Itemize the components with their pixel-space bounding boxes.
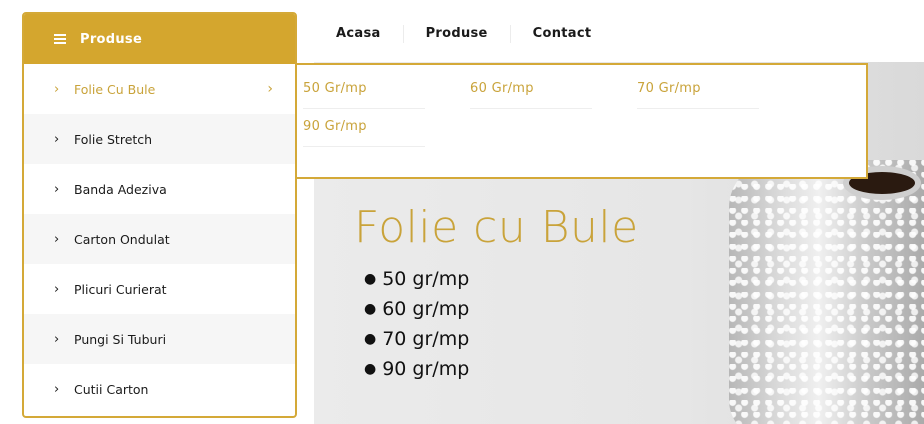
- hero-bullet: 60 gr/mp: [364, 295, 469, 325]
- hero-bullet-list: 50 gr/mp 60 gr/mp 70 gr/mp 90 gr/mp: [364, 265, 469, 385]
- category-item-folie-cu-bule[interactable]: › Folie Cu Bule ›: [24, 64, 295, 114]
- nav-link-contact[interactable]: Contact: [511, 25, 614, 43]
- submenu-link-70-gr-mp[interactable]: 70 Gr/mp: [637, 75, 759, 109]
- chevron-right-icon: ›: [54, 131, 60, 147]
- category-item-banda-adeziva[interactable]: › Banda Adeziva: [24, 164, 295, 214]
- submenu-dropdown: 50 Gr/mp 60 Gr/mp 70 Gr/mp 90 Gr/mp: [295, 63, 868, 179]
- category-item-plicuri-curierat[interactable]: › Plicuri Curierat: [24, 264, 295, 314]
- submenu-grid: 50 Gr/mp 60 Gr/mp 70 Gr/mp 90 Gr/mp: [303, 75, 860, 147]
- category-menu: Produse › Folie Cu Bule › › Folie Stretc…: [22, 12, 297, 418]
- submenu-link-50-gr-mp[interactable]: 50 Gr/mp: [303, 75, 425, 109]
- category-item-folie-stretch[interactable]: › Folie Stretch: [24, 114, 295, 164]
- nav-link-acasa[interactable]: Acasa: [314, 25, 404, 43]
- chevron-right-icon: ›: [54, 331, 60, 347]
- chevron-right-icon: ›: [54, 181, 60, 197]
- category-item-label: Folie Cu Bule: [74, 81, 156, 97]
- category-item-label: Plicuri Curierat: [74, 281, 167, 297]
- category-item-carton-ondulat[interactable]: › Carton Ondulat: [24, 214, 295, 264]
- category-item-pungi-si-tuburi[interactable]: › Pungi Si Tuburi: [24, 314, 295, 364]
- category-item-label: Folie Stretch: [74, 131, 153, 147]
- category-item-label: Pungi Si Tuburi: [74, 331, 167, 347]
- category-list: › Folie Cu Bule › › Folie Stretch › Band…: [24, 64, 295, 414]
- category-menu-title: Produse: [80, 31, 143, 47]
- hamburger-icon: [54, 32, 66, 46]
- hero-bullet: 70 gr/mp: [364, 325, 469, 355]
- category-menu-toggle[interactable]: Produse: [24, 14, 295, 64]
- top-navigation: Acasa Produse Contact: [314, 12, 613, 56]
- category-item-label: Cutii Carton: [74, 381, 149, 397]
- hero-bullet: 90 gr/mp: [364, 355, 469, 385]
- category-item-label: Banda Adeziva: [74, 181, 167, 197]
- bubble-wrap-roll-image: [729, 160, 924, 424]
- nav-link-produse[interactable]: Produse: [404, 25, 511, 43]
- category-item-cutii-carton[interactable]: › Cutii Carton: [24, 364, 295, 414]
- chevron-right-icon: ›: [54, 231, 60, 247]
- submenu-link-60-gr-mp[interactable]: 60 Gr/mp: [470, 75, 592, 109]
- submenu-link-90-gr-mp[interactable]: 90 Gr/mp: [303, 113, 425, 147]
- chevron-right-icon: ›: [54, 281, 60, 297]
- category-item-label: Carton Ondulat: [74, 231, 170, 247]
- chevron-right-icon: ›: [54, 381, 60, 397]
- hero-bullet: 50 gr/mp: [364, 265, 469, 295]
- chevron-right-icon: ›: [54, 81, 60, 97]
- hero-title: Folie cu Bule: [354, 202, 639, 253]
- chevron-right-icon: ›: [267, 81, 273, 97]
